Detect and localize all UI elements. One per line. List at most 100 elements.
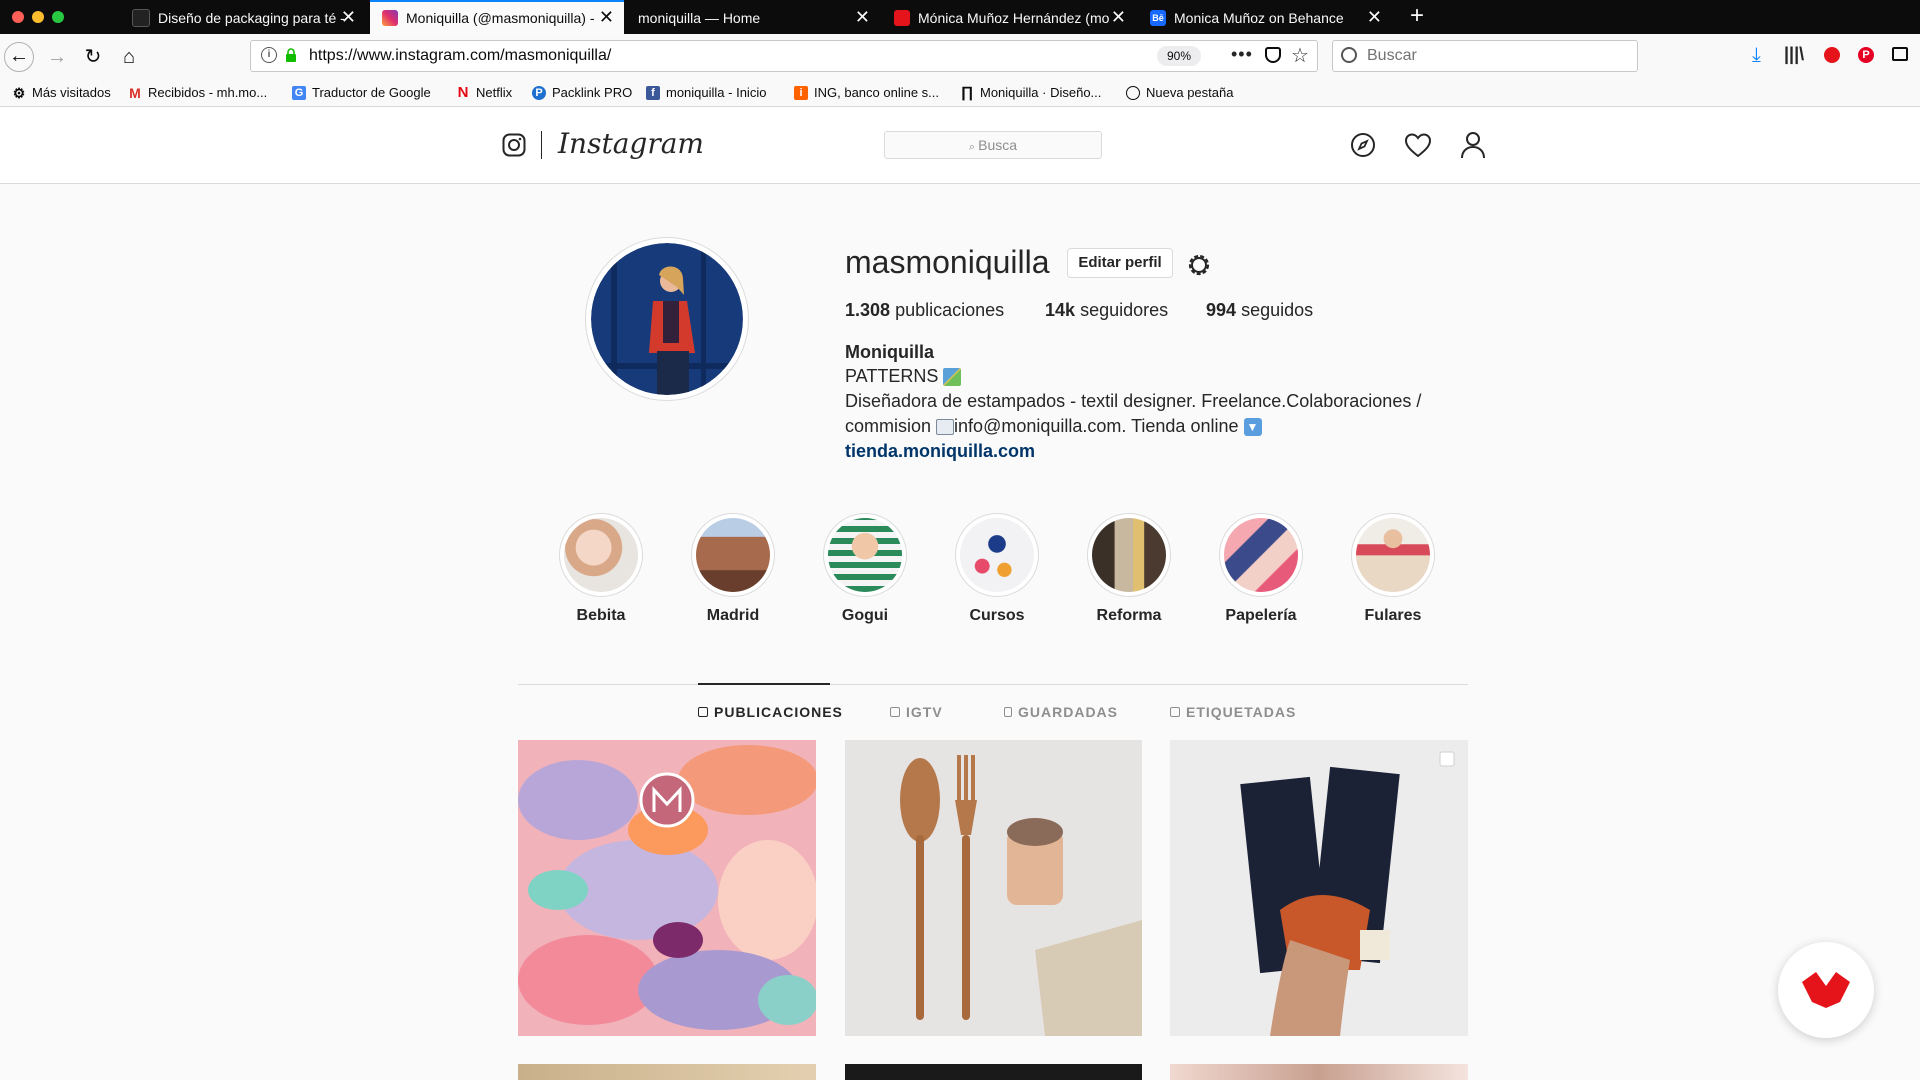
bookmark-most-visited[interactable]: ⚙ Más visitados bbox=[12, 80, 111, 106]
highlight-gogui[interactable]: Gogui bbox=[805, 513, 925, 625]
ing-icon: i bbox=[794, 85, 808, 100]
active-tab-indicator bbox=[698, 683, 830, 685]
pocket-icon[interactable] bbox=[1265, 47, 1281, 63]
close-tab-icon[interactable]: ✕ bbox=[1111, 0, 1126, 34]
bookmark-gmail[interactable]: M Recibidos - mh.mo... bbox=[128, 80, 267, 106]
explore-compass-icon[interactable] bbox=[1350, 132, 1376, 163]
profile-username: masmoniquilla bbox=[845, 244, 1050, 280]
post-row2-1[interactable] bbox=[518, 1064, 816, 1080]
following-stat[interactable]: 994 seguidos bbox=[1206, 300, 1313, 321]
close-tab-icon[interactable]: ✕ bbox=[341, 0, 356, 34]
instagram-search-input[interactable]: ⌕ Busca bbox=[884, 131, 1102, 159]
gear-icon: ⚙ bbox=[12, 84, 26, 101]
highlight-cover bbox=[955, 513, 1039, 597]
browser-tab[interactable]: Diseño de packaging para té - ✕ bbox=[120, 0, 366, 34]
followers-stat[interactable]: 14k seguidores bbox=[1045, 300, 1168, 321]
activity-heart-icon[interactable] bbox=[1404, 132, 1432, 163]
post-copper-cutlery[interactable] bbox=[845, 740, 1142, 1036]
facebook-icon: f bbox=[646, 85, 660, 100]
home-button[interactable]: ⌂ bbox=[114, 42, 144, 72]
browser-tab[interactable]: Bē Monica Muñoz on Behance ✕ bbox=[1138, 0, 1392, 34]
search-placeholder: Buscar bbox=[1367, 47, 1417, 64]
tab-publicaciones[interactable]: PUBLICACIONES bbox=[698, 704, 843, 720]
bookmark-ing[interactable]: i ING, banco online s... bbox=[794, 80, 939, 106]
highlight-fulares[interactable]: Fulares bbox=[1333, 513, 1453, 625]
sidebar-icon[interactable] bbox=[1892, 47, 1908, 61]
gmail-icon: M bbox=[129, 84, 141, 101]
reload-button[interactable]: ↻ bbox=[78, 42, 108, 72]
highlight-cover bbox=[559, 513, 643, 597]
post-image bbox=[845, 740, 1142, 1036]
edit-profile-button[interactable]: Editar perfil bbox=[1067, 248, 1173, 278]
instagram-camera-icon[interactable] bbox=[502, 133, 526, 157]
domestika-logo-icon bbox=[1802, 972, 1850, 1008]
highlight-papeleria[interactable]: Papelería bbox=[1201, 513, 1321, 625]
browser-nav-bar: ← → ↻ ⌂ i https://www.instagram.com/masm… bbox=[0, 34, 1920, 80]
browser-tab-active[interactable]: Moniquilla (@masmoniquilla) - ✕ bbox=[370, 0, 624, 34]
post-row2-2[interactable] bbox=[845, 1064, 1142, 1080]
domestika-floating-button[interactable] bbox=[1778, 942, 1874, 1038]
highlight-cursos[interactable]: Cursos bbox=[937, 513, 1057, 625]
bio-line-patterns: PATTERNS bbox=[845, 366, 962, 387]
bio-line-contact: commision info@moniquilla.com. Tienda on… bbox=[845, 416, 1262, 437]
profile-user-icon[interactable] bbox=[1460, 131, 1486, 164]
profile-avatar[interactable] bbox=[585, 237, 749, 401]
post-image bbox=[1170, 740, 1468, 1036]
page-actions-icon[interactable]: ••• bbox=[1231, 44, 1253, 65]
info-icon[interactable]: i bbox=[261, 47, 277, 63]
header-divider bbox=[541, 131, 542, 159]
library-icon[interactable]: |||\ bbox=[1784, 44, 1804, 65]
netflix-icon: N bbox=[457, 83, 469, 101]
tabs-divider bbox=[518, 684, 1468, 685]
bookmark-facebook[interactable]: f moniquilla - Inicio bbox=[646, 80, 766, 106]
highlight-reforma[interactable]: Reforma bbox=[1069, 513, 1189, 625]
browser-tab[interactable]: Mónica Muñoz Hernández (mo ✕ bbox=[882, 0, 1136, 34]
tab-favicon-icon bbox=[132, 9, 150, 28]
bookmark-netflix[interactable]: N Netflix bbox=[456, 80, 513, 106]
settings-gear-icon[interactable] bbox=[1186, 252, 1212, 283]
moniquilla-icon: ∏ bbox=[960, 83, 974, 101]
new-tab-button[interactable]: + bbox=[1400, 0, 1434, 34]
back-button[interactable]: ← bbox=[4, 42, 34, 72]
highlight-madrid[interactable]: Madrid bbox=[673, 513, 793, 625]
lock-icon[interactable] bbox=[285, 48, 297, 62]
post-chocolate-bars[interactable] bbox=[1170, 740, 1468, 1036]
url-text[interactable]: https://www.instagram.com/masmoniquilla/ bbox=[309, 41, 611, 71]
maximize-window-button[interactable] bbox=[52, 11, 64, 23]
posts-stat: 1.308 publicaciones bbox=[845, 300, 1005, 320]
close-tab-icon[interactable]: ✕ bbox=[599, 2, 614, 32]
translate-icon: G bbox=[292, 85, 306, 100]
bookmark-star-icon[interactable]: ☆ bbox=[1291, 43, 1309, 68]
bookmark-new-tab[interactable]: Nueva pestaña bbox=[1126, 80, 1233, 106]
browser-tab[interactable]: moniquilla — Home ✕ bbox=[626, 0, 880, 34]
tagged-icon bbox=[1170, 707, 1180, 718]
bookmark-google-translate[interactable]: G Traductor de Google bbox=[292, 80, 431, 106]
close-tab-icon[interactable]: ✕ bbox=[855, 0, 870, 34]
forward-button[interactable]: → bbox=[42, 42, 72, 72]
search-bar[interactable]: Buscar bbox=[1332, 40, 1638, 72]
bookmark-moniquilla[interactable]: ∏ Moniquilla · Diseño... bbox=[960, 80, 1102, 106]
close-window-button[interactable] bbox=[12, 11, 24, 23]
highlight-cover bbox=[823, 513, 907, 597]
globe-icon bbox=[1126, 85, 1140, 100]
profile-website-link[interactable]: tienda.moniquilla.com bbox=[845, 441, 1035, 462]
highlight-bebita[interactable]: Bebita bbox=[541, 513, 661, 625]
grid-icon bbox=[698, 707, 708, 718]
close-tab-icon[interactable]: ✕ bbox=[1367, 0, 1382, 34]
bookmark-packlink[interactable]: P Packlink PRO bbox=[532, 80, 632, 106]
url-bar[interactable]: i https://www.instagram.com/masmoniquill… bbox=[250, 40, 1318, 72]
instagram-wordmark[interactable]: Instagram bbox=[558, 127, 704, 160]
tab-igtv[interactable]: IGTV bbox=[890, 704, 943, 720]
tab-guardadas[interactable]: GUARDADAS bbox=[1004, 704, 1118, 720]
packlink-icon: P bbox=[532, 85, 546, 100]
post-row2-3[interactable] bbox=[1170, 1064, 1468, 1080]
zoom-level-badge[interactable]: 90% bbox=[1157, 46, 1202, 66]
minimize-window-button[interactable] bbox=[32, 11, 44, 23]
inbox-tray-emoji-icon bbox=[936, 419, 955, 436]
post-floral-pattern[interactable] bbox=[518, 740, 816, 1036]
pinterest-icon[interactable]: P bbox=[1858, 47, 1874, 63]
pocket-extension-icon[interactable] bbox=[1824, 47, 1840, 63]
domestika-favicon-icon bbox=[894, 10, 910, 27]
downloads-icon[interactable]: ⤓ bbox=[1752, 44, 1761, 67]
tab-etiquetadas[interactable]: ETIQUETADAS bbox=[1170, 704, 1296, 720]
